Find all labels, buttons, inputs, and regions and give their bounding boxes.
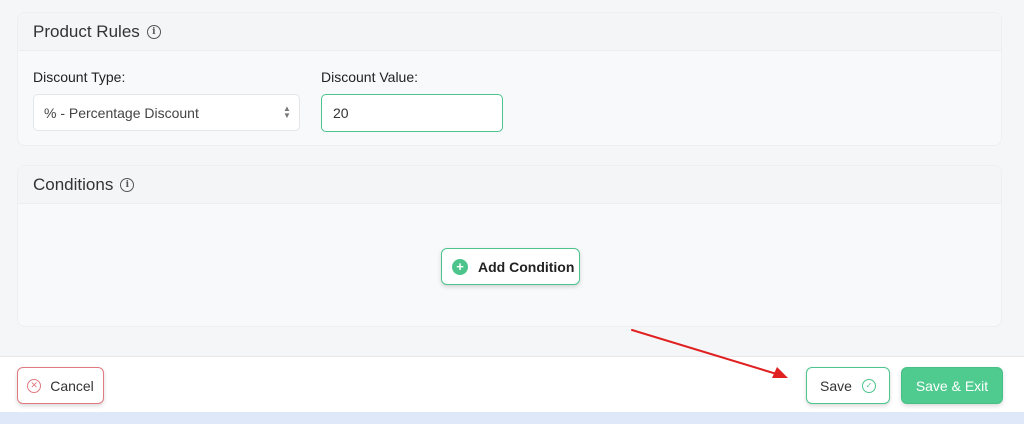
discount-value-input[interactable]	[321, 94, 503, 132]
discount-type-selected-value: % - Percentage Discount	[44, 104, 199, 121]
conditions-title: Conditions	[33, 174, 114, 194]
add-condition-label: Add Condition	[478, 258, 575, 275]
product-rules-title: Product Rules	[33, 21, 140, 41]
save-and-exit-button[interactable]: Save & Exit	[901, 367, 1003, 404]
plus-circle-icon: +	[452, 258, 468, 275]
info-icon[interactable]: i	[120, 177, 135, 192]
cancel-button[interactable]: ✕ Cancel	[17, 367, 104, 404]
conditions-card: Conditions i + Add Condition	[17, 165, 1002, 327]
add-condition-button[interactable]: + Add Condition	[441, 248, 580, 285]
product-rules-header: Product Rules i	[18, 13, 1001, 51]
save-label: Save	[820, 377, 852, 394]
product-rules-card: Product Rules i Discount Type: Discount …	[17, 12, 1002, 146]
x-circle-icon: ✕	[27, 378, 42, 393]
discount-value-label: Discount Value:	[321, 69, 419, 85]
bottom-strip	[0, 412, 1024, 424]
annotation-arrow	[631, 329, 788, 378]
info-icon[interactable]: i	[146, 24, 161, 39]
chevron-updown-icon: ▲ ▼	[283, 104, 291, 120]
footer-bar: ✕ Cancel Save ✓ Save & Exit	[0, 356, 1024, 412]
check-circle-icon: ✓	[861, 378, 876, 393]
discount-type-select[interactable]: % - Percentage Discount ▲ ▼	[33, 94, 300, 131]
conditions-header: Conditions i	[18, 166, 1001, 204]
cancel-label: Cancel	[50, 377, 94, 394]
save-exit-label: Save & Exit	[915, 377, 989, 394]
save-button[interactable]: Save ✓	[806, 367, 890, 404]
discount-type-label: Discount Type:	[33, 69, 126, 85]
